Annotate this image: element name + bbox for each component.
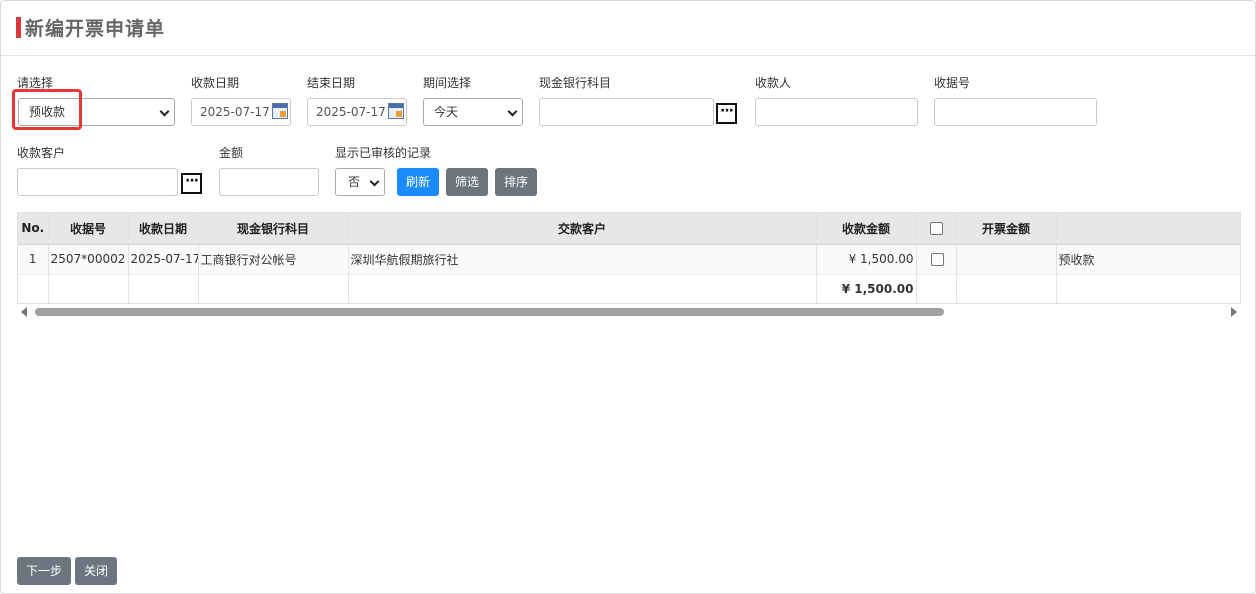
cell-date: 2025-07-17 [128, 244, 199, 275]
col-account[interactable]: 现金银行科目 [198, 213, 349, 245]
cell-type: 预收款 [1056, 244, 1240, 275]
period-label: 期间选择 [423, 76, 472, 90]
row-checkbox[interactable] [930, 253, 944, 266]
ellipsis-icon[interactable]: ··· [716, 103, 737, 124]
invoice-request-dialog: 新编开票申请单 请选择 收款日期 结束日期 期间选择 现金银行科目 收款人 收据… [0, 0, 1256, 594]
choose-select[interactable]: 预收款 [18, 98, 175, 126]
customer-input[interactable] [17, 168, 178, 196]
refresh-button[interactable]: 刷新 [397, 168, 439, 196]
col-date[interactable]: 收款日期 [128, 213, 199, 245]
cell-select[interactable] [916, 244, 957, 275]
receipt-no-input[interactable] [934, 98, 1097, 126]
total-amount: ¥ 1,500.00 [816, 274, 917, 303]
scroll-right-icon[interactable] [1231, 307, 1237, 317]
col-invoice-amount[interactable]: 开票金额 [956, 213, 1057, 245]
cash-account-input[interactable] [539, 98, 714, 126]
end-date-label: 结束日期 [307, 76, 356, 90]
col-amount[interactable]: 收款金额 [816, 213, 917, 245]
show-audited-label: 显示已审核的记录 [335, 146, 432, 160]
cell-amount: ¥ 1,500.00 [816, 244, 917, 275]
payee-label: 收款人 [755, 76, 792, 90]
calendar-icon[interactable] [388, 103, 404, 119]
scrollbar-thumb[interactable] [35, 308, 944, 316]
table-total-row: ¥ 1,500.00 [18, 274, 1240, 303]
receipt-date-value: 2025-07-17 [200, 105, 270, 119]
period-select[interactable]: 今天 [423, 98, 523, 126]
end-date-value: 2025-07-17 [316, 105, 386, 119]
title-accent-bar [16, 17, 21, 38]
chevron-down-icon [507, 106, 518, 117]
cell-customer: 深圳华航假期旅行社 [348, 244, 817, 275]
period-select-value: 今天 [434, 105, 459, 119]
receipts-grid: No. 收据号 收款日期 现金银行科目 交款客户 收款金额 开票金额 1 250… [17, 212, 1241, 304]
horizontal-scrollbar[interactable] [17, 304, 1241, 319]
cash-account-label: 现金银行科目 [539, 76, 612, 90]
chevron-down-icon [369, 176, 380, 187]
choose-select-value: 预收款 [29, 105, 66, 119]
table-row[interactable]: 1 2507*00002 2025-07-17 工商银行对公帐号 深圳华航假期旅… [18, 244, 1240, 275]
calendar-icon[interactable] [272, 103, 288, 119]
col-no: No. [18, 213, 49, 245]
next-step-button[interactable]: 下一步 [17, 557, 71, 585]
receipt-date-label: 收款日期 [191, 76, 240, 90]
select-all-checkbox[interactable] [929, 222, 943, 236]
col-type [1056, 213, 1240, 245]
choose-label: 请选择 [17, 76, 54, 90]
table-header-row: No. 收据号 收款日期 现金银行科目 交款客户 收款金额 开票金额 [18, 213, 1240, 245]
dialog-title: 新编开票申请单 [25, 18, 166, 40]
amount-label: 金额 [219, 146, 244, 160]
filter-button[interactable]: 筛选 [446, 168, 488, 196]
cell-account: 工商银行对公帐号 [198, 244, 349, 275]
cell-receipt-no: 2507*00002 [48, 244, 129, 275]
payee-input[interactable] [755, 98, 918, 126]
col-customer[interactable]: 交款客户 [348, 213, 817, 245]
ellipsis-icon[interactable]: ··· [181, 173, 202, 194]
customer-label: 收款客户 [17, 146, 66, 160]
cell-no: 1 [18, 244, 49, 275]
col-select-all[interactable] [916, 213, 957, 245]
receipt-no-label: 收据号 [934, 76, 971, 90]
amount-input[interactable] [219, 168, 319, 196]
close-button[interactable]: 关闭 [75, 557, 117, 585]
show-audited-select[interactable]: 否 [335, 168, 385, 196]
receipts-table: No. 收据号 收款日期 现金银行科目 交款客户 收款金额 开票金额 1 250… [18, 213, 1240, 303]
chevron-down-icon [159, 106, 170, 117]
col-receipt-no[interactable]: 收据号 [48, 213, 129, 245]
dialog-header: 新编开票申请单 [1, 1, 1255, 56]
show-audited-value: 否 [348, 175, 361, 189]
cell-invoice-amount[interactable] [956, 244, 1057, 275]
sort-button[interactable]: 排序 [495, 168, 537, 196]
scroll-left-icon[interactable] [21, 307, 27, 317]
